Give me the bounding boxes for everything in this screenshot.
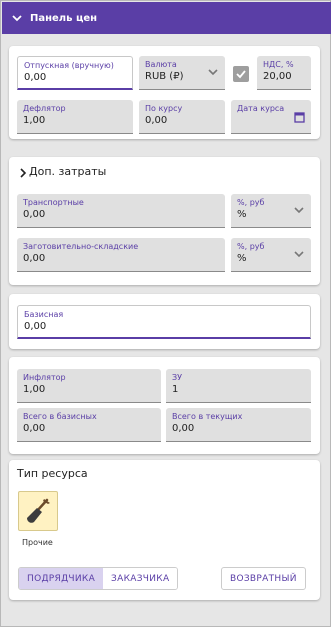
chevron-down-icon: [294, 251, 304, 258]
panel-title: Панель цен: [30, 12, 98, 24]
currency-label: Валюта: [145, 60, 177, 69]
panel-header[interactable]: Панель цен: [2, 2, 331, 34]
base-price-field[interactable]: Базисная 0,00: [17, 305, 311, 339]
warehouse-unit-label: %, руб: [237, 242, 265, 251]
manual-price-field[interactable]: Отпускная (вручную) 0,00: [17, 56, 133, 90]
currency-select[interactable]: Валюта RUB (₽): [139, 56, 225, 90]
prices-card: Отпускная (вручную) 0,00 Валюта RUB (₽) …: [9, 46, 320, 139]
shovel-icon: [27, 498, 50, 523]
vat-checkbox[interactable]: [233, 66, 249, 82]
extra-costs-card: Доп. затраты Транспортные 0,00 %, руб % …: [9, 157, 320, 285]
chevron-right-icon[interactable]: [18, 167, 28, 179]
zu-field[interactable]: ЗУ 1: [166, 369, 311, 403]
transport-field[interactable]: Транспортные 0,00: [17, 194, 225, 228]
transport-label: Транспортные: [23, 198, 84, 207]
resource-type-title: Тип ресурса: [17, 467, 88, 480]
deflator-value: 1,00: [23, 115, 46, 126]
warehouse-unit-select[interactable]: %, руб %: [231, 238, 311, 272]
warehouse-unit-value: %: [237, 253, 247, 264]
inflator-field[interactable]: Инфлятор 1,00: [17, 369, 161, 403]
resource-tile-other[interactable]: [18, 491, 58, 531]
resource-owner-toggle[interactable]: ПОДРЯДЧИКА ЗАКАЗЧИКА: [18, 567, 179, 590]
chevron-down-icon[interactable]: [11, 12, 23, 24]
calendar-icon[interactable]: [294, 111, 305, 123]
warehouse-field[interactable]: Заготовительно-складские 0,00: [17, 238, 225, 272]
by-rate-value: 0,00: [145, 115, 168, 126]
total-current-label: Всего в текущих: [172, 412, 243, 421]
vat-label: НДС, %: [263, 60, 294, 69]
returnable-button[interactable]: ВОЗВРАТНЫЙ: [221, 567, 306, 590]
deflator-field[interactable]: Дефлятор 1,00: [17, 100, 133, 134]
rate-date-field[interactable]: Дата курса: [231, 100, 311, 134]
chevron-down-icon: [294, 207, 304, 214]
warehouse-label: Заготовительно-складские: [23, 242, 139, 251]
inflator-value: 1,00: [23, 384, 46, 395]
transport-unit-value: %: [237, 209, 247, 220]
toggle-contractor[interactable]: ПОДРЯДЧИКА: [19, 568, 104, 589]
total-current-value: 0,00: [172, 423, 195, 434]
extra-costs-title[interactable]: Доп. затраты: [29, 165, 106, 178]
transport-unit-select[interactable]: %, руб %: [231, 194, 311, 228]
currency-value: RUB (₽): [145, 71, 184, 82]
base-card: Базисная 0,00: [9, 294, 320, 349]
vat-field[interactable]: НДС, % 20,00: [257, 56, 311, 90]
resource-tile-label: Прочие: [22, 538, 53, 547]
indices-card: Инфлятор 1,00 ЗУ 1 Всего в базисных 0,00…: [9, 357, 320, 454]
check-icon: [236, 70, 246, 79]
zu-value: 1: [172, 384, 179, 395]
by-rate-field[interactable]: По курсу 0,00: [139, 100, 225, 134]
rate-date-label: Дата курса: [237, 104, 285, 113]
zu-label: ЗУ: [172, 373, 183, 382]
deflator-label: Дефлятор: [23, 104, 66, 113]
price-panel: Панель цен Отпускная (вручную) 0,00 Валю…: [0, 0, 331, 627]
total-base-field[interactable]: Всего в базисных 0,00: [17, 408, 161, 442]
warehouse-value: 0,00: [23, 253, 46, 264]
total-current-field[interactable]: Всего в текущих 0,00: [166, 408, 311, 442]
inflator-label: Инфлятор: [23, 373, 66, 382]
transport-value: 0,00: [23, 209, 46, 220]
toggle-customer[interactable]: ЗАКАЗЧИКА: [103, 568, 178, 589]
by-rate-label: По курсу: [145, 104, 183, 113]
manual-price-value: 0,00: [24, 72, 47, 83]
base-price-value: 0,00: [24, 321, 47, 332]
chevron-down-icon: [208, 69, 218, 76]
vat-value: 20,00: [263, 71, 292, 82]
total-base-label: Всего в базисных: [23, 412, 97, 421]
transport-unit-label: %, руб: [237, 198, 265, 207]
base-price-label: Базисная: [24, 310, 64, 319]
manual-price-label: Отпускная (вручную): [24, 61, 114, 70]
resource-type-card: Тип ресурса Прочие ПОДРЯДЧИКА ЗАКАЗЧИКА …: [9, 460, 320, 600]
total-base-value: 0,00: [23, 423, 46, 434]
